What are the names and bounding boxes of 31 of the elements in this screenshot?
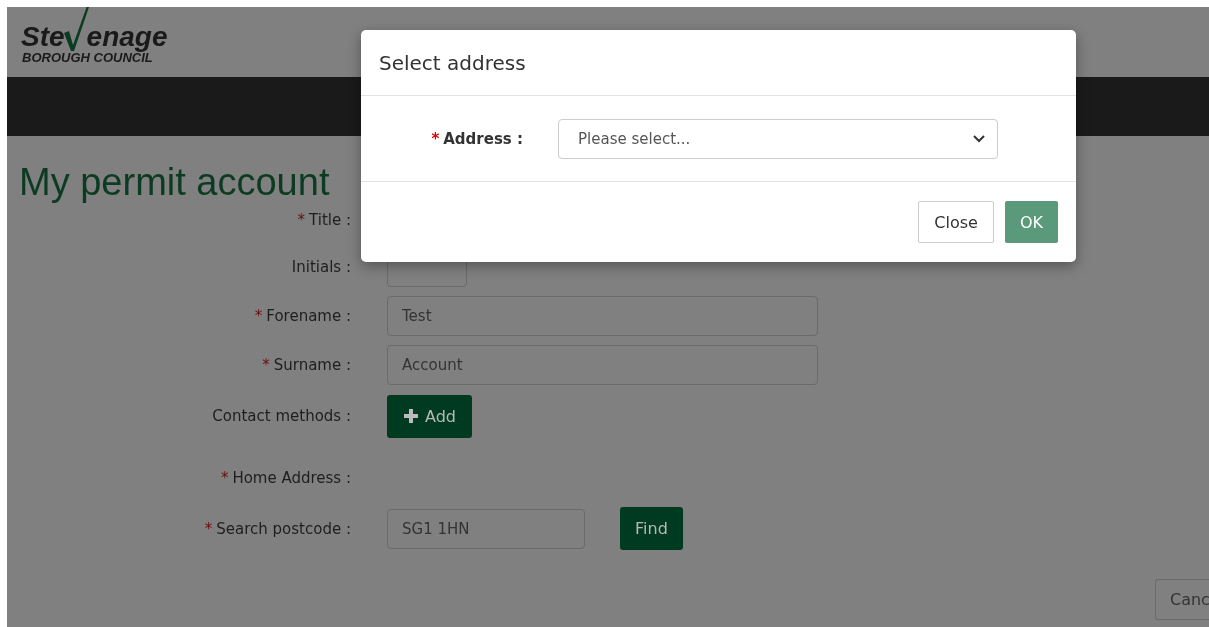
field-label: Contact methods : (212, 407, 351, 425)
field-label: Home Address : (232, 469, 351, 487)
required-asterisk: * (297, 211, 306, 229)
field-label: Address : (443, 129, 523, 148)
field-label: Surname : (273, 356, 351, 374)
ok-button[interactable]: OK (1004, 201, 1058, 243)
plus-icon (403, 408, 419, 424)
required-asterisk: * (262, 356, 270, 374)
required-asterisk: * (431, 129, 440, 148)
logo-subtitle: BOROUGH COUNCIL (22, 51, 153, 65)
required-asterisk: * (254, 307, 263, 325)
find-button[interactable]: Find (620, 507, 683, 550)
cancel-button[interactable]: Canc (1155, 579, 1209, 620)
required-asterisk: * (220, 469, 229, 487)
modal-title: Select address (379, 50, 526, 75)
field-label: Forename : (266, 307, 351, 325)
input-field[interactable]: Account (387, 345, 818, 385)
required-asterisk: * (204, 519, 213, 538)
field-label: Search postcode : (216, 519, 351, 538)
field-label: Initials : (291, 258, 351, 276)
input-field[interactable]: Test (387, 296, 818, 336)
address-select[interactable]: Please select... (558, 118, 998, 159)
chevron-down-icon (973, 134, 985, 143)
field-label: Title : (309, 211, 351, 229)
close-button[interactable]: Close (918, 201, 994, 243)
postcode-field[interactable]: SG1 1HN (387, 508, 585, 549)
page-heading: My permit account (19, 160, 331, 205)
add-button[interactable]: Add (387, 394, 472, 438)
check-icon (62, 7, 89, 51)
logo-text: Ste (21, 23, 65, 51)
logo-text: enage (86, 23, 168, 51)
